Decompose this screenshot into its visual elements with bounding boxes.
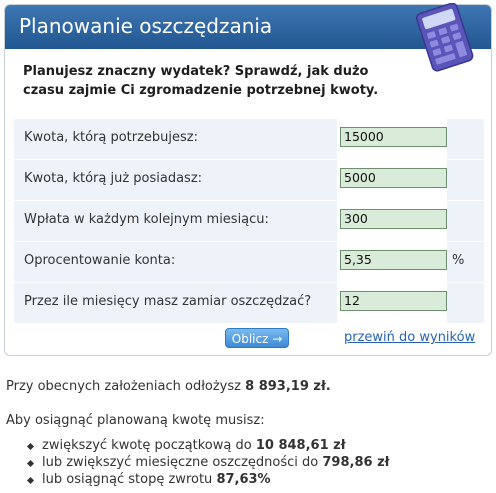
field-row-months: Przez ile miesięcy masz zamiar oszczędza… (14, 283, 484, 323)
option-text: lub zwiększyć miesięczne oszczędności do (42, 455, 319, 470)
percent-unit: % (452, 253, 465, 268)
field-row-owned-amount: Kwota, którą już posiadasz: (14, 160, 484, 200)
owned-amount-input[interactable] (340, 168, 447, 188)
field-row-interest-rate: Oprocentowanie konta: % (14, 242, 484, 282)
field-label: Kwota, którą potrzebujesz: (24, 130, 199, 145)
result-text: Przy obecnych założeniach odłożysz (6, 379, 241, 394)
option-value: 10 848,61 zł (255, 438, 346, 453)
field-label: Kwota, którą już posiadasz: (24, 171, 203, 186)
jump-to-results-link[interactable]: przewiń do wyników (344, 330, 475, 345)
form-rows: Kwota, którą potrzebujesz: Kwota, którą … (14, 119, 484, 324)
intro-text: Planujesz znaczny wydatek? Sprawdź, jak … (23, 64, 379, 98)
field-label: Oprocentowanie konta: (24, 253, 176, 268)
savings-planner-panel: Planowanie oszczędzania Planujesz znaczn… (4, 3, 492, 356)
option-value: 87,63% (216, 472, 271, 487)
option-text: zwiększyć kwotę początkową do (42, 438, 252, 453)
bullet-icon (26, 442, 35, 451)
calculator-icon (415, 3, 474, 72)
calculate-button[interactable]: Oblicz → (225, 328, 289, 348)
option-value: 798,86 zł (322, 455, 390, 470)
bullet-icon (26, 459, 35, 468)
bullet-icon (26, 476, 35, 485)
list-item: lub osiągnąć stopę zwrotu 87,63% (26, 472, 389, 489)
result-line: Przy obecnych założeniach odłożysz 8 893… (6, 379, 331, 394)
interest-rate-input[interactable] (340, 250, 447, 270)
requirements-heading: Aby osiągnąć planowaną kwotę musisz: (6, 413, 265, 428)
field-label: Wpłata w każdym kolejnym miesiącu: (24, 212, 269, 227)
field-row-monthly-payment: Wpłata w każdym kolejnym miesiącu: (14, 201, 484, 241)
list-item: zwiększyć kwotę początkową do 10 848,61 … (26, 438, 389, 455)
months-input[interactable] (340, 291, 447, 311)
list-item: lub zwiększyć miesięczne oszczędności do… (26, 455, 390, 472)
field-row-needed-amount: Kwota, którą potrzebujesz: (14, 119, 484, 159)
requirements-list: zwiększyć kwotę początkową do 10 848,61 … (26, 438, 390, 489)
result-amount: 8 893,19 zł. (245, 379, 331, 394)
panel-title: Planowanie oszczędzania (19, 14, 273, 38)
monthly-payment-input[interactable] (340, 209, 447, 229)
needed-amount-input[interactable] (340, 127, 447, 147)
field-label: Przez ile miesięcy masz zamiar oszczędza… (24, 294, 312, 309)
option-text: lub osiągnąć stopę zwrotu (42, 472, 213, 487)
